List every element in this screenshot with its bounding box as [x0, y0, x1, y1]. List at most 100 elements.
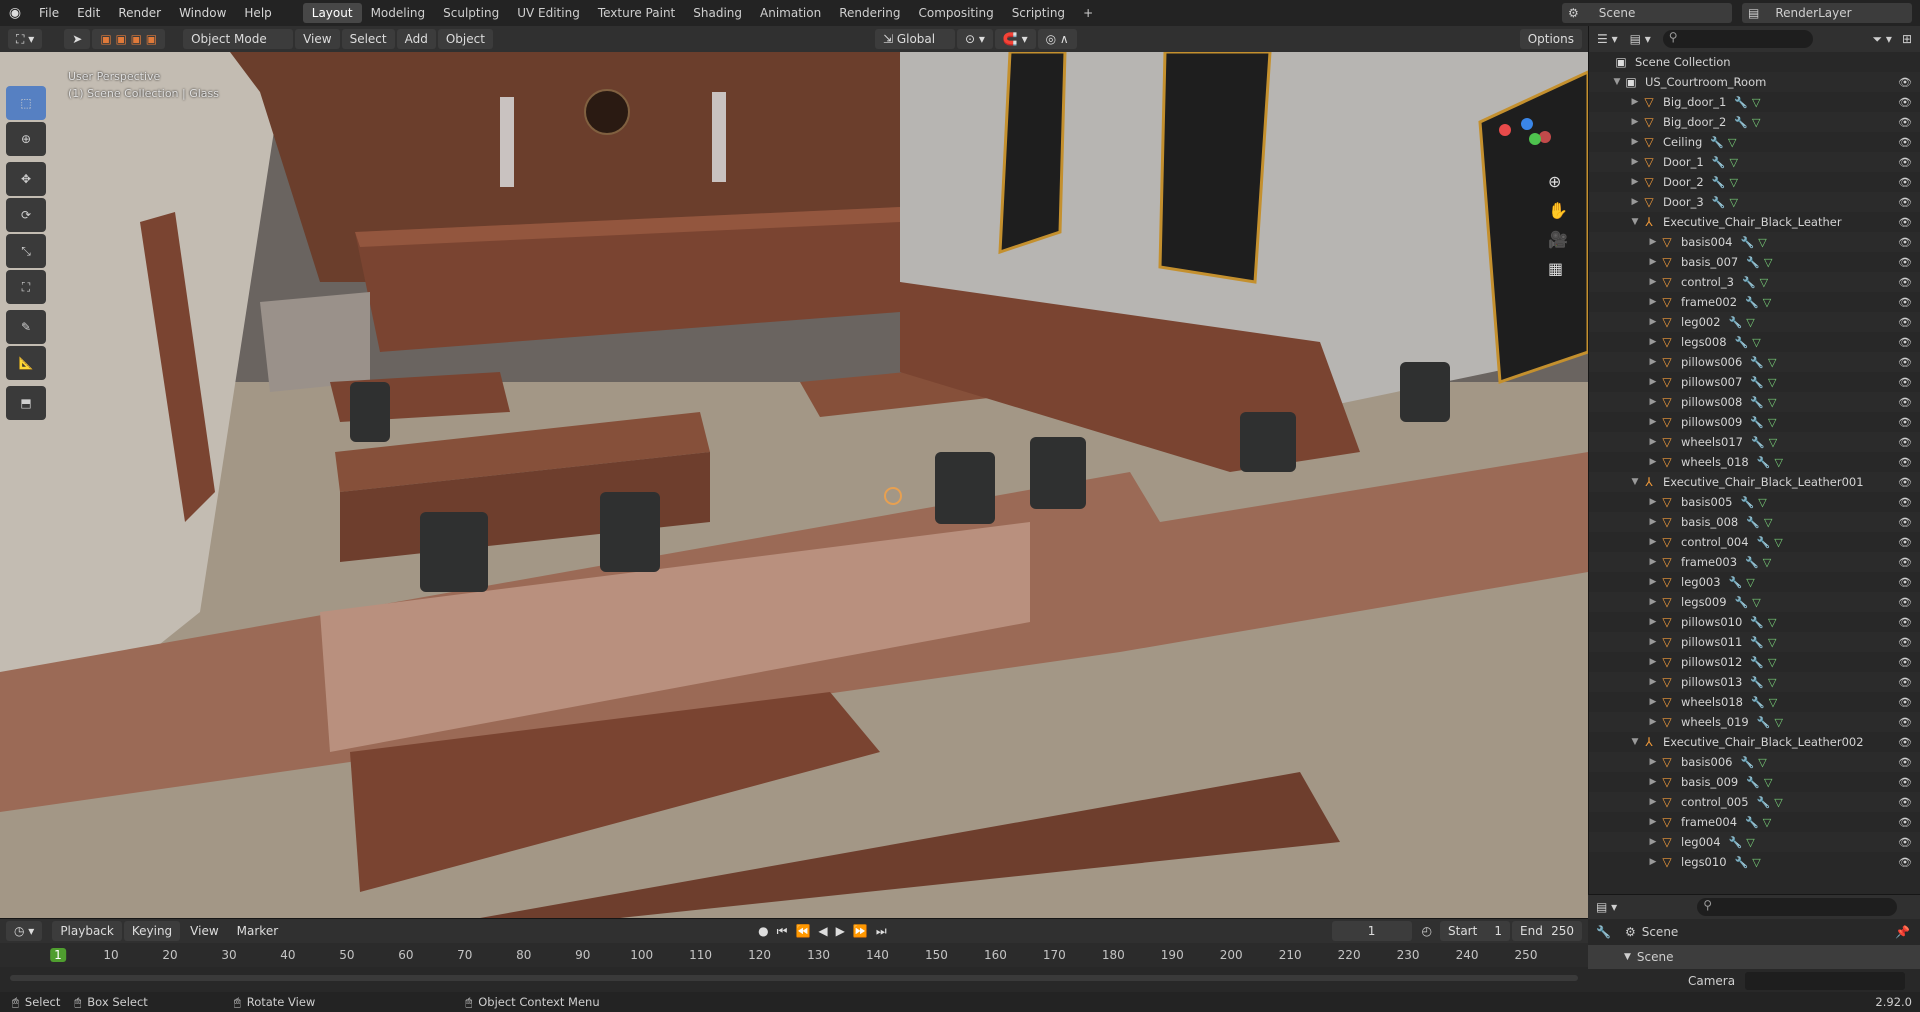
- blender-logo-icon[interactable]: ◉: [0, 5, 30, 21]
- expand-right-icon[interactable]: ▶: [1647, 717, 1659, 727]
- expand-right-icon[interactable]: ▶: [1647, 357, 1659, 367]
- expand-right-icon[interactable]: ▶: [1647, 817, 1659, 827]
- visibility-eye-icon[interactable]: 👁: [1898, 596, 1912, 609]
- tab-rendering[interactable]: Rendering: [830, 3, 909, 23]
- visibility-eye-icon[interactable]: 👁: [1898, 416, 1912, 429]
- visibility-eye-icon[interactable]: 👁: [1898, 556, 1912, 569]
- menu-playback[interactable]: Playback: [52, 921, 122, 941]
- expand-right-icon[interactable]: ▶: [1647, 337, 1659, 347]
- menu-object[interactable]: Object: [437, 29, 493, 49]
- tab-shading[interactable]: Shading: [684, 3, 751, 23]
- outliner-row[interactable]: ▶ ▽ legs009 🔧 ▽ 👁: [1589, 592, 1920, 612]
- timeline-scrollbar[interactable]: [10, 975, 1578, 981]
- menu-window[interactable]: Window: [170, 0, 235, 26]
- outliner-row[interactable]: ▶ ▽ basis006 🔧 ▽ 👁: [1589, 752, 1920, 772]
- expand-right-icon[interactable]: ▶: [1629, 97, 1641, 107]
- zoom-icon[interactable]: ⊕: [1548, 172, 1568, 191]
- expand-right-icon[interactable]: ▶: [1647, 577, 1659, 587]
- add-cube-tool-icon[interactable]: ⬒: [6, 386, 46, 420]
- tab-texture-paint[interactable]: Texture Paint: [589, 3, 684, 23]
- perspective-grid-icon[interactable]: ▦: [1548, 259, 1568, 278]
- visibility-eye-icon[interactable]: 👁: [1898, 216, 1912, 229]
- outliner-row[interactable]: ▶ ▽ pillows008 🔧 ▽ 👁: [1589, 392, 1920, 412]
- scene-selector[interactable]: ⚙ Scene: [1562, 3, 1732, 23]
- expand-right-icon[interactable]: ▶: [1629, 177, 1641, 187]
- visibility-eye-icon[interactable]: 👁: [1898, 496, 1912, 509]
- menu-select[interactable]: Select: [341, 29, 395, 49]
- outliner-row[interactable]: ▶ ▽ basis_007 🔧 ▽ 👁: [1589, 252, 1920, 272]
- visibility-eye-icon[interactable]: 👁: [1898, 756, 1912, 769]
- selection-mode-buttons[interactable]: ▣ ▣ ▣ ▣: [92, 29, 166, 49]
- visibility-eye-icon[interactable]: 👁: [1898, 116, 1912, 129]
- outliner-row[interactable]: ▶ ▽ pillows012 🔧 ▽ 👁: [1589, 652, 1920, 672]
- expand-right-icon[interactable]: ▶: [1629, 157, 1641, 167]
- outliner-row[interactable]: ▶ ▽ basis005 🔧 ▽ 👁: [1589, 492, 1920, 512]
- props-search-input[interactable]: ⚲: [1697, 898, 1898, 916]
- expand-right-icon[interactable]: ▶: [1647, 637, 1659, 647]
- expand-right-icon[interactable]: ▶: [1629, 137, 1641, 147]
- visibility-eye-icon[interactable]: 👁: [1898, 676, 1912, 689]
- outliner-row[interactable]: ▶ ▽ wheels018 🔧 ▽ 👁: [1589, 692, 1920, 712]
- expand-right-icon[interactable]: ▶: [1647, 317, 1659, 327]
- expand-right-icon[interactable]: ▶: [1647, 617, 1659, 627]
- expand-right-icon[interactable]: ▶: [1647, 757, 1659, 767]
- expand-right-icon[interactable]: ▶: [1647, 557, 1659, 567]
- expand-right-icon[interactable]: ▶: [1647, 437, 1659, 447]
- expand-right-icon[interactable]: ▶: [1647, 697, 1659, 707]
- visibility-eye-icon[interactable]: 👁: [1898, 856, 1912, 869]
- expand-right-icon[interactable]: ▶: [1647, 517, 1659, 527]
- proportional-edit-button[interactable]: ◎ ∧: [1037, 29, 1077, 49]
- visibility-eye-icon[interactable]: 👁: [1898, 576, 1912, 589]
- expand-right-icon[interactable]: ▶: [1647, 677, 1659, 687]
- next-keyframe-icon[interactable]: ⏩: [853, 924, 868, 939]
- outliner-row[interactable]: ▶ ▽ leg002 🔧 ▽ 👁: [1589, 312, 1920, 332]
- outliner-row[interactable]: ▶ ▽ pillows013 🔧 ▽ 👁: [1589, 672, 1920, 692]
- visibility-eye-icon[interactable]: 👁: [1898, 616, 1912, 629]
- outliner-row[interactable]: ▶ ▽ wheels_018 🔧 ▽ 👁: [1589, 452, 1920, 472]
- outliner-row[interactable]: ▶ ▽ Door_1 🔧 ▽ 👁: [1589, 152, 1920, 172]
- visibility-eye-icon[interactable]: 👁: [1898, 736, 1912, 749]
- visibility-eye-icon[interactable]: 👁: [1898, 76, 1912, 89]
- expand-right-icon[interactable]: ▶: [1647, 237, 1659, 247]
- expand-down-icon[interactable]: ▼: [1629, 737, 1641, 747]
- outliner-row[interactable]: ▶ ▽ basis_008 🔧 ▽ 👁: [1589, 512, 1920, 532]
- outliner-row[interactable]: ▶ ▽ leg003 🔧 ▽ 👁: [1589, 572, 1920, 592]
- expand-down-icon[interactable]: ▼: [1611, 77, 1623, 87]
- visibility-eye-icon[interactable]: 👁: [1898, 456, 1912, 469]
- outliner-editor-type-icon[interactable]: ☰ ▾: [1597, 32, 1618, 46]
- visibility-eye-icon[interactable]: 👁: [1898, 156, 1912, 169]
- expand-right-icon[interactable]: ▶: [1647, 297, 1659, 307]
- outliner-row[interactable]: ▶ ▽ frame004 🔧 ▽ 👁: [1589, 812, 1920, 832]
- outliner-row[interactable]: ▶ ▽ Door_2 🔧 ▽ 👁: [1589, 172, 1920, 192]
- menu-view[interactable]: View: [295, 29, 340, 49]
- visibility-eye-icon[interactable]: 👁: [1898, 316, 1912, 329]
- expand-down-icon[interactable]: ▼: [1629, 217, 1641, 227]
- expand-right-icon[interactable]: ▶: [1647, 857, 1659, 867]
- visibility-eye-icon[interactable]: 👁: [1898, 296, 1912, 309]
- editor-type-button[interactable]: ⛶ ▾: [8, 29, 43, 49]
- visibility-eye-icon[interactable]: 👁: [1898, 636, 1912, 649]
- expand-right-icon[interactable]: ▶: [1647, 777, 1659, 787]
- expand-right-icon[interactable]: ▶: [1647, 457, 1659, 467]
- tab-scripting[interactable]: Scripting: [1003, 3, 1074, 23]
- tab-layout[interactable]: Layout: [302, 3, 362, 23]
- outliner-row[interactable]: ▶ ▽ frame003 🔧 ▽ 👁: [1589, 552, 1920, 572]
- tab-animation[interactable]: Animation: [751, 3, 830, 23]
- visibility-eye-icon[interactable]: 👁: [1898, 796, 1912, 809]
- outliner-row[interactable]: ▶ ▽ legs008 🔧 ▽ 👁: [1589, 332, 1920, 352]
- scene-panel-header[interactable]: ▼ Scene: [1588, 945, 1920, 969]
- visibility-eye-icon[interactable]: 👁: [1898, 336, 1912, 349]
- expand-right-icon[interactable]: ▶: [1647, 257, 1659, 267]
- menu-add[interactable]: Add: [396, 29, 436, 49]
- record-icon[interactable]: ●: [758, 924, 768, 939]
- select-box-tool-icon[interactable]: ⬚: [6, 86, 46, 120]
- visibility-eye-icon[interactable]: 👁: [1898, 396, 1912, 409]
- prev-keyframe-icon[interactable]: ⏪: [795, 924, 810, 939]
- expand-right-icon[interactable]: ▶: [1647, 417, 1659, 427]
- visibility-eye-icon[interactable]: 👁: [1898, 776, 1912, 789]
- expand-right-icon[interactable]: ▶: [1647, 797, 1659, 807]
- props-editor-type-icon[interactable]: ▤ ▾: [1596, 900, 1617, 914]
- visibility-eye-icon[interactable]: 👁: [1898, 476, 1912, 489]
- outliner-row[interactable]: ▶ ▽ pillows007 🔧 ▽ 👁: [1589, 372, 1920, 392]
- transform-tool-icon[interactable]: ⛶: [6, 270, 46, 304]
